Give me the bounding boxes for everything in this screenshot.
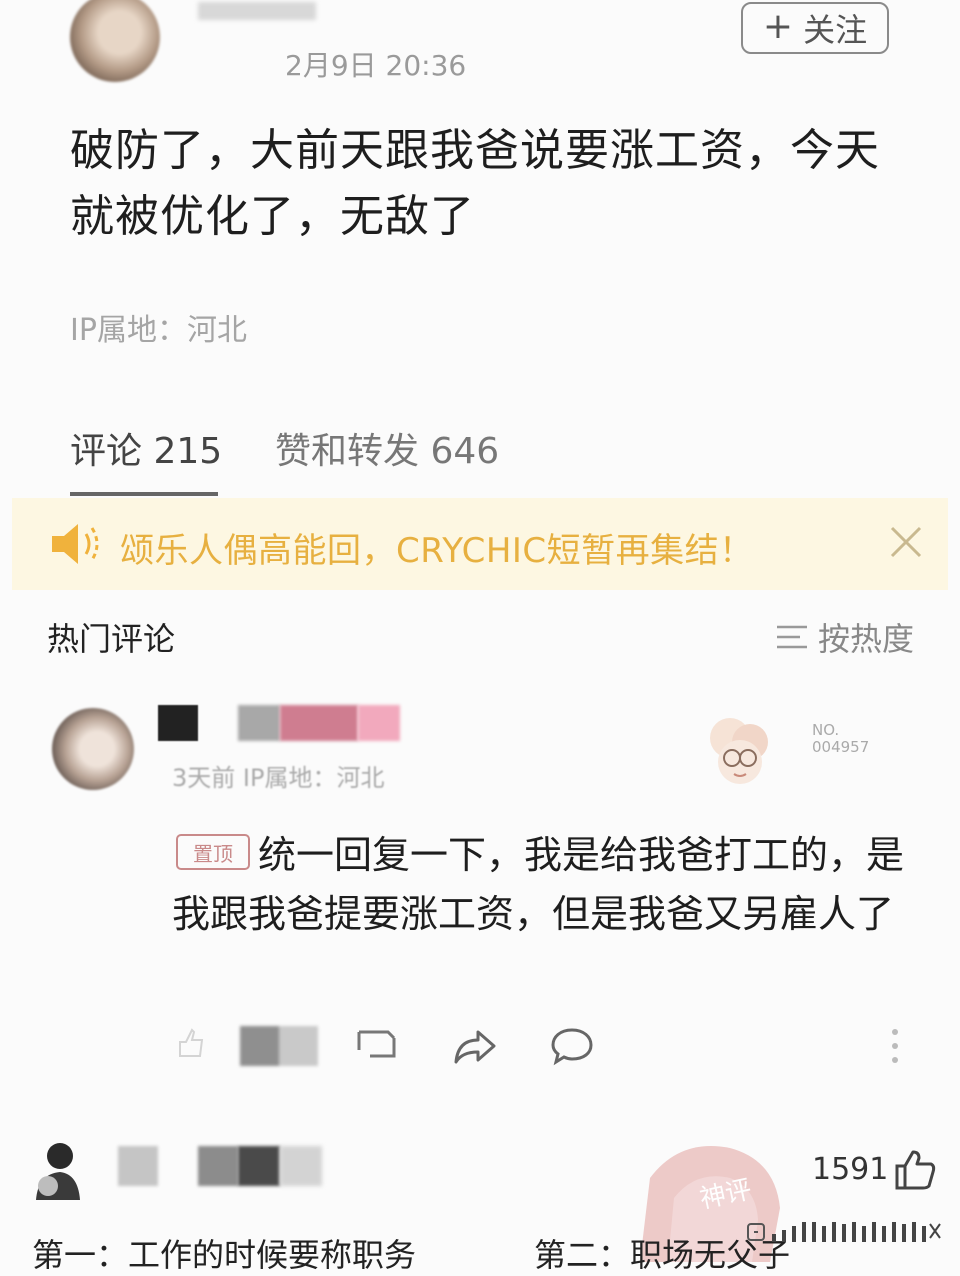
post-author-name-redacted[interactable] <box>198 2 316 20</box>
like-count-redacted <box>240 1026 318 1066</box>
username-redacted[interactable] <box>280 705 358 741</box>
quote-icon[interactable] <box>356 1026 398 1062</box>
post-body: 破防了，大前天跟我爸说要涨工资，今天就被优化了，无敌了 <box>70 125 880 242</box>
username-redacted[interactable] <box>238 1146 280 1186</box>
username-redacted[interactable] <box>238 705 280 741</box>
tab-likes-reposts[interactable]: 赞和转发 646 <box>275 422 499 474</box>
post-timestamp: 2月9日 20:36 <box>285 49 467 82</box>
username-redacted[interactable] <box>118 1146 158 1186</box>
username-redacted[interactable] <box>358 705 400 741</box>
comment-avatar[interactable] <box>52 708 134 790</box>
comment-body: 统一回复一下，我是给我爸打工的，是我跟我爸提要涨工资，但是我爸又另雇人了 <box>172 833 905 936</box>
active-tab-indicator <box>70 492 218 496</box>
share-icon[interactable] <box>452 1028 498 1066</box>
plus-icon: + <box>762 6 794 47</box>
post-ip-location: IP属地：河北 <box>70 313 247 348</box>
like-icon[interactable] <box>172 1026 208 1062</box>
speaker-icon <box>52 524 99 564</box>
more-icon[interactable] <box>888 1026 902 1066</box>
banner-text[interactable]: 颂乐人偶高能回，CRYCHIC短暂再集结！ <box>120 523 754 572</box>
username-redacted[interactable] <box>158 705 198 741</box>
fan-badge-number: NO. 004957 <box>812 721 870 756</box>
close-icon[interactable] <box>886 522 926 562</box>
tab-comments[interactable]: 评论 215 <box>70 422 222 474</box>
comment-meta: 3天前 IP属地：河北 <box>172 764 385 792</box>
like-count: 1591 <box>812 1152 889 1187</box>
menu-icon <box>777 625 807 649</box>
comment-icon[interactable] <box>550 1026 594 1066</box>
comment-avatar[interactable] <box>34 1136 80 1200</box>
sort-label: 按热度 <box>818 620 915 658</box>
signal-watermark-icon <box>747 1222 941 1242</box>
sort-selector[interactable]: 按热度 <box>774 614 914 660</box>
fan-badge-icon <box>710 718 768 784</box>
post-author-avatar[interactable] <box>70 0 160 82</box>
thumb-up-icon[interactable] <box>893 1148 937 1190</box>
pinned-badge: 置顶 <box>176 834 250 870</box>
username-redacted[interactable] <box>198 1146 238 1186</box>
follow-label: 关注 <box>803 11 868 49</box>
comment-body-part1: 第一：工作的时候要称职务 <box>32 1236 417 1274</box>
hot-comments-title: 热门评论 <box>47 620 176 658</box>
follow-button[interactable]: + 关注 <box>741 2 889 54</box>
username-redacted[interactable] <box>280 1146 322 1186</box>
